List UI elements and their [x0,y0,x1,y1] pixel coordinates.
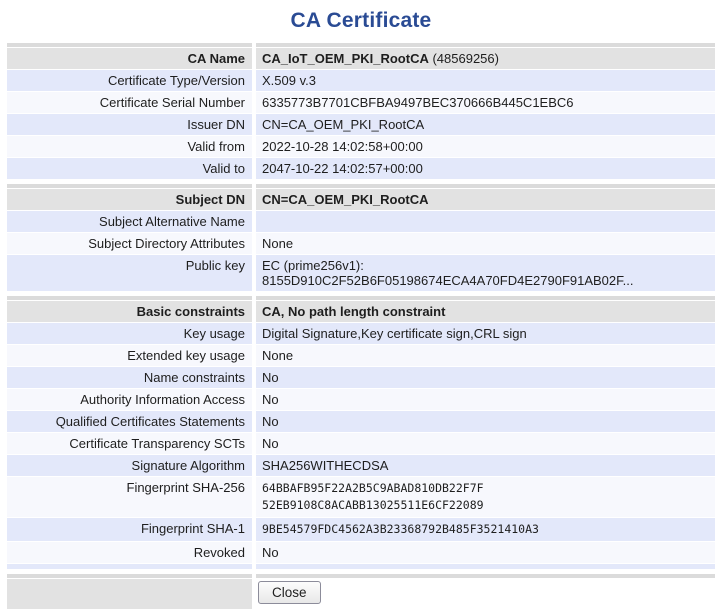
row-value: SHA256WITHECDSA [256,455,715,476]
row-label: Valid from [7,136,252,157]
row-value: X.509 v.3 [256,70,715,91]
row-label: Subject DN [7,189,252,210]
section-certificate-info: CA Name CA_IoT_OEM_PKI_RootCA (48569256)… [7,43,715,179]
table-row: Revoked No [7,542,715,563]
basic-constraints-value: CA, No path length constraint [262,304,445,319]
row-label: Certificate Type/Version [7,70,252,91]
public-key-hex: 8155D910C2F52B6F05198674ECA4A70FD4E2790F… [262,273,711,288]
row-value: EC (prime256v1): 8155D910C2F52B6F0519867… [256,255,715,291]
table-row: Signature Algorithm SHA256WITHECDSA [7,455,715,476]
row-label: Extended key usage [7,345,252,366]
ca-name-value: CA_IoT_OEM_PKI_RootCA [262,51,429,66]
table-row: Subject Directory Attributes None [7,233,715,254]
row-value: 6335773B7701CBFBA9497BEC370666B445C1EBC6 [256,92,715,113]
row-value: CA, No path length constraint [256,301,715,322]
table-row: Valid from 2022-10-28 14:02:58+00:00 [7,136,715,157]
row-label: Key usage [7,323,252,344]
row-value: None [256,345,715,366]
subject-dn-value: CN=CA_OEM_PKI_RootCA [262,192,429,207]
row-label: Basic constraints [7,301,252,322]
table-row: Name constraints No [7,367,715,388]
footer-action-cell: Close [256,579,715,609]
table-row: Authority Information Access No [7,389,715,410]
row-label: Name constraints [7,367,252,388]
row-label: Fingerprint SHA-1 [7,518,252,541]
row-value: 2022-10-28 14:02:58+00:00 [256,136,715,157]
fingerprint-sha256-line2: 52EB9108C8ACABB13025511E6CF22089 [262,497,711,514]
row-label: Subject Directory Attributes [7,233,252,254]
row-value: None [256,233,715,254]
fingerprint-sha256-line1: 64BBAFB95F22A2B5C9ABAD810DB22F7F [262,480,711,497]
row-label: Public key [7,255,252,291]
row-value: 64BBAFB95F22A2B5C9ABAD810DB22F7F 52EB910… [256,477,715,517]
row-label: Certificate Transparency SCTs [7,433,252,454]
row-label: CA Name [7,48,252,69]
row-value: No [256,542,715,563]
table-row: Public key EC (prime256v1): 8155D910C2F5… [7,255,715,291]
row-label: Issuer DN [7,114,252,135]
table-row: Issuer DN CN=CA_OEM_PKI_RootCA [7,114,715,135]
section-header-row: Subject DN CN=CA_OEM_PKI_RootCA [7,189,715,210]
row-value: No [256,389,715,410]
section-header-row: CA Name CA_IoT_OEM_PKI_RootCA (48569256) [7,48,715,69]
table-row: Certificate Type/Version X.509 v.3 [7,70,715,91]
row-value: 2047-10-22 14:02:57+00:00 [256,158,715,179]
row-value: CN=CA_OEM_PKI_RootCA [256,189,715,210]
table-row: Fingerprint SHA-256 64BBAFB95F22A2B5C9AB… [7,477,715,517]
row-label: Qualified Certificates Statements [7,411,252,432]
section-constraints: Basic constraints CA, No path length con… [7,296,715,569]
row-value: Digital Signature,Key certificate sign,C… [256,323,715,344]
row-label: Authority Information Access [7,389,252,410]
row-label: Certificate Serial Number [7,92,252,113]
section-subject: Subject DN CN=CA_OEM_PKI_RootCA Subject … [7,184,715,291]
public-key-type: EC (prime256v1): [262,258,711,273]
ca-id-value: (48569256) [429,51,499,66]
row-value: No [256,433,715,454]
section-separator [7,296,715,300]
row-value: CN=CA_OEM_PKI_RootCA [256,114,715,135]
section-header-row: Basic constraints CA, No path length con… [7,301,715,322]
table-row: Certificate Transparency SCTs No [7,433,715,454]
row-label: Signature Algorithm [7,455,252,476]
footer: Close [7,574,715,609]
section-separator [7,184,715,188]
row-value [256,211,715,232]
table-row: Key usage Digital Signature,Key certific… [7,323,715,344]
row-label: Subject Alternative Name [7,211,252,232]
empty-row [7,564,715,569]
table-row: Subject Alternative Name [7,211,715,232]
fingerprint-sha1-value: 9BE54579FDC4562A3B23368792B485F3521410A3 [256,518,715,541]
row-value: No [256,367,715,388]
row-value: No [256,411,715,432]
table-row: Qualified Certificates Statements No [7,411,715,432]
section-separator [7,574,715,578]
table-row: Fingerprint SHA-1 9BE54579FDC4562A3B2336… [7,518,715,541]
table-row: Valid to 2047-10-22 14:02:57+00:00 [7,158,715,179]
footer-label-cell [7,579,252,609]
close-button[interactable]: Close [258,581,321,604]
section-separator [7,43,715,47]
row-value: CA_IoT_OEM_PKI_RootCA (48569256) [256,48,715,69]
row-label: Revoked [7,542,252,563]
table-row: Certificate Serial Number 6335773B7701CB… [7,92,715,113]
footer-row: Close [7,579,715,609]
page-title: CA Certificate [0,9,722,33]
row-label: Valid to [7,158,252,179]
table-row: Extended key usage None [7,345,715,366]
row-label: Fingerprint SHA-256 [7,477,252,517]
